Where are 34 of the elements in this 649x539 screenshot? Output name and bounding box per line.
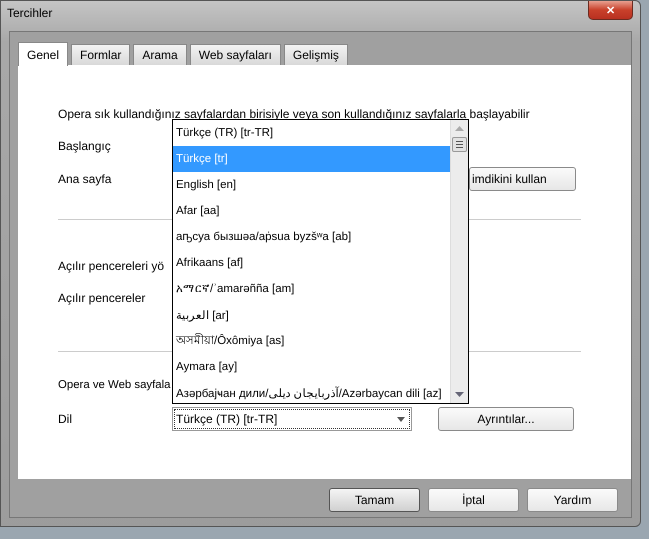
dropdown-option[interactable]: العربية [ar] bbox=[173, 302, 450, 328]
tab[interactable]: Arama bbox=[133, 44, 187, 65]
field-label: Açılır pencereler bbox=[58, 291, 146, 305]
tab[interactable]: Web sayfaları bbox=[190, 44, 281, 65]
description-text: Opera ve Web sayfala bbox=[58, 379, 170, 391]
tab[interactable]: Gelişmiş bbox=[284, 44, 348, 65]
tab[interactable]: Formlar bbox=[71, 44, 130, 65]
dropdown-option[interactable]: Азәрбајҹан дили/آذربایجان دیلی/Azərbaycan dili [az] bbox=[173, 380, 450, 403]
dialog-button[interactable]: Tamam bbox=[329, 488, 420, 512]
window-title: Tercihler bbox=[7, 6, 52, 20]
language-dropdown[interactable]: Türkçe (TR) [tr-TR] bbox=[172, 407, 412, 431]
dropdown-option[interactable]: አማርኛ/ʾamarəñña [am] bbox=[173, 276, 450, 302]
dropdown-option[interactable]: Aymara [ay] bbox=[173, 354, 450, 380]
dropdown-option[interactable]: Türkçe (TR) [tr-TR] bbox=[173, 120, 450, 146]
field-label: Dil bbox=[58, 412, 73, 426]
caret-icon bbox=[397, 416, 405, 422]
field-label: Açılır pencereleri yö bbox=[58, 259, 166, 273]
field-label: Başlangıç bbox=[58, 139, 112, 153]
dropdown-option[interactable]: English [en] bbox=[173, 172, 450, 198]
details-button[interactable]: Ayrıntılar... bbox=[438, 407, 574, 431]
tab[interactable]: Genel bbox=[18, 42, 68, 66]
close-button[interactable]: ✕ bbox=[588, 1, 633, 20]
scroll-down-icon[interactable] bbox=[455, 392, 464, 397]
description-text: Opera sık kullandığınız sayfalardan birisiyle veya son kullandığınız sayfalarla başlayabilir bbox=[58, 107, 530, 121]
scroll-thumb[interactable] bbox=[452, 137, 467, 152]
use-current-button[interactable]: imdikini kullan bbox=[469, 167, 576, 191]
dropdown-option[interactable]: аҧсуа бызшәа/aṗsua byzšʷa [ab] bbox=[173, 224, 450, 250]
dropdown-option[interactable]: অসমীয়া/Ôxômiya [as] bbox=[173, 328, 450, 354]
dropdown-option[interactable]: Afrikaans [af] bbox=[173, 250, 450, 276]
dialog-button[interactable]: İptal bbox=[428, 488, 519, 512]
field-label: Ana sayfa bbox=[58, 172, 112, 186]
scrollbar[interactable] bbox=[450, 120, 468, 403]
dropdown-option[interactable]: Afar [aa] bbox=[173, 198, 450, 224]
dialog-button[interactable]: Yardım bbox=[527, 488, 618, 512]
